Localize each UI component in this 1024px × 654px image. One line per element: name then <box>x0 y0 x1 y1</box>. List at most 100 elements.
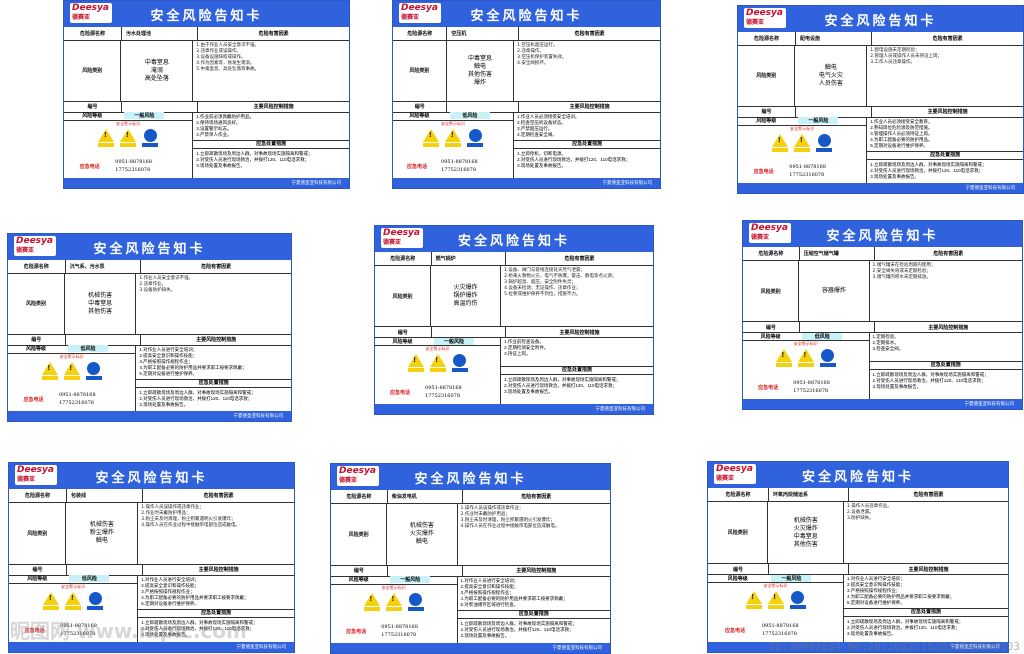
number-label: 编号 <box>8 334 66 345</box>
control-label: 主要风险控制措施 <box>908 566 949 573</box>
emergency-measure-item: 3.现场处置及事故报告。 <box>517 163 566 169</box>
emergency-measures: 1.立即疏散现场及周边人群，对事故现场实施隔离和警戒； 2.对受伤人员进行现场救治… <box>501 375 653 404</box>
risk-type-item: 高处坠落 <box>144 74 169 82</box>
phone-number: 0951-8878168 <box>425 385 462 391</box>
company-logo: Deesya 德赛亚 <box>70 3 112 23</box>
danger-warning-icon <box>775 349 792 369</box>
risk-types: 中毒窒息 淹溺 高处坠落 <box>121 41 192 101</box>
hazard-name-label: 危险源名称 <box>738 32 796 45</box>
emergency-measure-item: 3.现场处置及事故报告。 <box>872 384 922 390</box>
image-id: ID:30002634 NO:20220525152833848518103 <box>768 640 1020 653</box>
control-label: 主要风险控制措施 <box>928 324 969 331</box>
hazard-name: 柴油发电机 <box>391 493 417 500</box>
emergency-measure-item: 3.现场处置及事故报告。 <box>460 632 510 638</box>
risk-type-label: 风险类别 <box>331 503 388 565</box>
control-label: 主要风险控制措施 <box>927 109 968 116</box>
risk-type-label: 风险类别 <box>743 260 800 322</box>
risk-type-item: 触电 <box>95 537 108 545</box>
number-label: 编号 <box>738 106 796 117</box>
danger-warning-icon <box>43 591 60 612</box>
card-header: Deesya 德赛亚 安全风险告知卡 <box>9 463 294 489</box>
danger-warning-icon <box>41 361 58 382</box>
risk-level: 一般风险 <box>798 117 839 125</box>
risk-types: 机械伤害 火灾爆炸 触电 <box>387 504 456 565</box>
electric-shock-warning-icon <box>767 591 784 611</box>
control-measure-item: 5.定期对设备进行维护保养。 <box>847 600 905 606</box>
emergency-phones: 0951-8878168 17752316078 <box>789 163 826 179</box>
risk-card: Deesya 德赛亚 安全风险告知卡 危险源名称 燃气锅炉 危险有害因素 风险类别… <box>374 225 654 415</box>
hazard-name-label: 危险源名称 <box>708 488 769 501</box>
emergency-measures: 1.立即疏散现场及周边人群，对事故现场实施隔离和警戒； 2.对受伤人员进行现场救治… <box>136 388 291 411</box>
control-measures: 1.定期检验。 2.定期排水。 3.检查安全阀。 <box>869 332 1022 363</box>
control-measure-item: 3.检查安全阀。 <box>872 346 904 352</box>
hazard-factors: 1.由于作业人员安全意识不强。 2.违章作业或误操作。 3.设备设施缺陷或操作。 4.… <box>193 41 349 101</box>
risk-card: Deesya 德赛亚 安全风险告知卡 危险源名称 污水处理池 危险有害因素 风险类… <box>63 0 350 189</box>
hazard-name: 空压机 <box>451 30 467 37</box>
phone-number: 0951-8878168 <box>441 159 478 165</box>
control-measures: 1.对作业人员进行安全培训； 2.提高安全意识和操作技能； 3.严格按照操作规程作业… <box>457 576 610 611</box>
control-measures: 1.作业人员必须接受安全教育。 2.熟知岗位危险源及防范措施。 3.管理操作人员必须… <box>867 117 1023 152</box>
warning-signs <box>375 352 500 374</box>
danger-warning-icon <box>363 592 380 613</box>
emergency-phones: 0951-8878168 17752316078 <box>793 379 830 395</box>
emergency-measure-item: 3.现场处置及事故报告。 <box>870 173 920 179</box>
risk-level: 低风险 <box>69 575 110 583</box>
risk-type-item: 机械伤害 <box>793 516 818 524</box>
emergency-phone-label: 应急电话 <box>724 627 745 634</box>
hazard-name: 包装线 <box>71 492 87 499</box>
risk-type-item: 中毒窒息 <box>144 58 169 66</box>
warning-signs <box>393 127 513 149</box>
company-logo: Deesya 德赛亚 <box>381 228 423 248</box>
control-measure-item: 5.定期对设备进行维护保养。 <box>139 370 198 376</box>
hazard-factors: 1.作业人员安全意识不强。 2.违章作业。 3.设备防护缺失。 <box>136 274 291 334</box>
warning-signs <box>9 590 137 612</box>
emergency-measures-label: 应急处置措施 <box>869 362 1022 371</box>
protective-gear-mandatory-icon <box>142 128 159 149</box>
level-label: 风险等级 <box>409 113 430 120</box>
emergency-phones: 0951-8878168 17752316078 <box>115 158 152 174</box>
risk-types: 机械伤害 火灾爆炸 中毒窒息 其他伤害 <box>768 502 843 564</box>
emergency-phones: 0951-8878168 17752316078 <box>762 622 799 638</box>
level-label: 风险等级 <box>26 346 47 353</box>
card-header: Deesya 德赛亚 安全风险告知卡 <box>393 1 660 27</box>
phone-number: 0951-8878168 <box>789 164 826 170</box>
card-header: Deesya 德赛亚 安全风险告知卡 <box>738 6 1023 32</box>
warning-signs <box>331 591 457 613</box>
emergency-phone-label: 应急电话 <box>758 384 779 391</box>
hazard-factor-label: 危险有害因素 <box>142 489 294 502</box>
hazard-factor-item: 3.工作人员违章操作。 <box>870 59 916 65</box>
control-measure-item: 4.定期检查安全阀。 <box>517 131 557 137</box>
emergency-measures: 1.立即疏散现场及周边人群，对事故现场实施隔离和警戒； 2.对受伤人员进行现场救治… <box>458 619 610 643</box>
risk-type-item: 火灾爆炸 <box>793 524 818 532</box>
hazard-name-label: 危险源名称 <box>8 260 66 273</box>
hazard-factors: 1.配电设施未定期检验； 2.管理人员或操作人员未持证上岗； 3.工作人员违章操作。 <box>867 46 1023 106</box>
number-label: 编号 <box>375 327 432 338</box>
hazard-factors: 1.操作人员误操作或违章作业； 2.作业时未戴防护用品； 3.粉尘未及时清理，粉尘积… <box>138 503 294 564</box>
card-footer: 宁夏德圣亚科技有限公司 <box>331 643 610 653</box>
protective-gear-mandatory-icon <box>451 354 468 374</box>
risk-type-label: 风险类别 <box>708 501 769 564</box>
risk-type-label: 风险类别 <box>9 502 67 564</box>
company-logo: Deesya 德赛亚 <box>744 8 786 28</box>
emergency-measures: 1.立即疏散现场及周边人群，对事故现场实施隔离和警戒； 2.对受伤人员进行现场救治… <box>870 370 1022 399</box>
company-logo: Deesya 德赛亚 <box>14 236 56 256</box>
hazard-name-label: 危险源名称 <box>9 489 67 502</box>
risk-type-item: 淹溺 <box>150 66 163 74</box>
protective-gear-mandatory-icon <box>816 133 833 154</box>
emergency-phone-label: 应急电话 <box>23 396 44 403</box>
control-measure-item: 4.严禁单人作业。 <box>196 131 232 137</box>
risk-type-label: 风险类别 <box>738 45 796 106</box>
risk-types: 触电 电气火灾 人员伤害 <box>795 46 866 106</box>
card-footer: 宁夏德圣亚科技有限公司 <box>743 399 1022 409</box>
hazard-name-label: 危险源名称 <box>331 490 388 503</box>
control-label: 主要风险控制措施 <box>253 104 294 111</box>
emergency-measures-label: 应急处置措施 <box>867 152 1023 160</box>
hazard-factor-item: 4.操作人员在作业过程中接触带电部位造成触电。 <box>460 523 560 529</box>
hazard-factor-item: 5.拉巷或维护保养不到位，措施不力。 <box>504 291 581 297</box>
phone-number: 17752316078 <box>762 631 797 637</box>
level-label: 风险等级 <box>392 338 413 345</box>
emergency-phone-label: 应急电话 <box>390 389 411 396</box>
risk-level: 一般风险 <box>124 112 165 120</box>
risk-type-item: 电气火灾 <box>818 71 843 79</box>
hazard-name: 压缩空气储气罐 <box>803 250 839 257</box>
